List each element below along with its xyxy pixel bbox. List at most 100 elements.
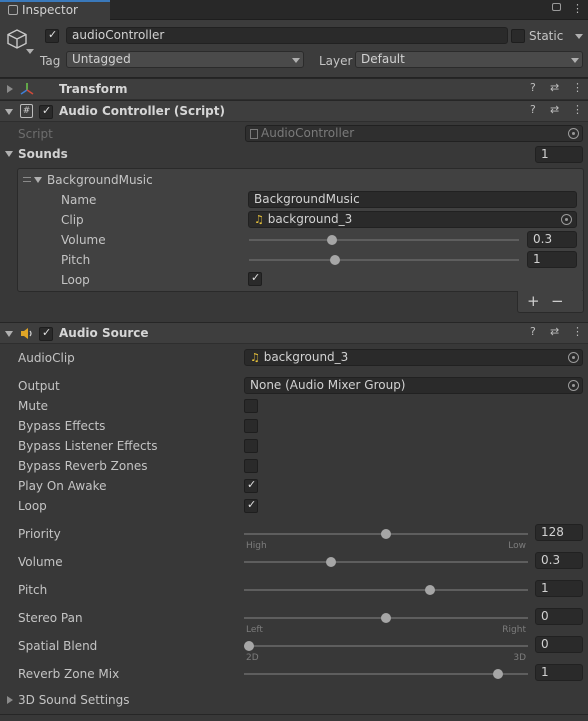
audio-source-foldout-arrow[interactable]: [5, 331, 13, 337]
slider-track[interactable]: [244, 645, 528, 647]
help-icon[interactable]: ?: [530, 81, 536, 94]
slider-value-input[interactable]: 0: [535, 636, 583, 653]
toggle-checkbox[interactable]: [244, 459, 258, 473]
tag-chevron-down-icon: [292, 58, 300, 63]
slider-thumb[interactable]: [424, 585, 435, 595]
context-menu-icon[interactable]: ⋮: [572, 103, 583, 116]
slider-track[interactable]: [244, 561, 528, 563]
element-clip-field[interactable]: ♫ background_3: [248, 211, 577, 228]
audioclip-object-picker-icon[interactable]: [568, 352, 579, 363]
slider-label: Spatial Blend: [18, 639, 98, 653]
preset-icon[interactable]: ⇄: [550, 325, 559, 338]
script-object-picker-icon: [568, 128, 579, 139]
transform-title: Transform: [59, 82, 128, 96]
cube-icon: [7, 29, 27, 49]
preset-icon[interactable]: ⇄: [550, 81, 559, 94]
audio-controller-header[interactable]: # Audio Controller (Script) ? ⇄ ⋮: [0, 100, 588, 122]
toggle-label: Bypass Reverb Zones: [18, 459, 148, 473]
slider-thumb[interactable]: [493, 669, 504, 679]
slider-value-input[interactable]: 1: [535, 580, 583, 597]
toggle-checkbox[interactable]: [244, 498, 258, 513]
layer-chevron-down-icon: [571, 58, 579, 63]
transform-foldout-arrow[interactable]: [7, 85, 13, 93]
slider-max-caption: Low: [508, 541, 526, 551]
sounds-size-input[interactable]: 1: [535, 146, 583, 163]
sounds-label: Sounds: [18, 147, 68, 161]
slider-value-input[interactable]: 128: [535, 524, 583, 541]
tab-bar: Inspector ⋮: [0, 0, 588, 20]
toggle-checkbox[interactable]: [244, 399, 258, 413]
sound-settings-label[interactable]: 3D Sound Settings: [18, 692, 130, 708]
icon-dropdown-arrow[interactable]: [26, 49, 34, 54]
slider-value-input[interactable]: 1: [535, 664, 583, 681]
element-pitch-input[interactable]: 1: [527, 251, 577, 268]
slider-value-input[interactable]: 0: [535, 608, 583, 625]
static-dropdown-arrow[interactable]: [575, 34, 583, 39]
element-name-label: Name: [61, 193, 97, 207]
script-file-icon: [250, 129, 258, 139]
tag-label: Tag: [40, 54, 61, 68]
element-volume-slider-track[interactable]: [249, 239, 519, 241]
script-label: Script: [18, 127, 53, 141]
output-object-picker-icon[interactable]: [568, 380, 579, 391]
output-field[interactable]: None (Audio Mixer Group): [244, 377, 583, 394]
lock-icon[interactable]: [552, 3, 561, 11]
sounds-foldout-arrow[interactable]: [5, 151, 13, 157]
audio-source-enabled-checkbox[interactable]: [39, 326, 53, 341]
slider-track[interactable]: [244, 589, 528, 591]
context-menu-icon[interactable]: ⋮: [572, 81, 583, 94]
clip-object-picker-icon[interactable]: [561, 214, 572, 225]
slider-thumb[interactable]: [381, 613, 391, 623]
audio-controller-enabled-checkbox[interactable]: [39, 104, 53, 119]
audio-controller-foldout-arrow[interactable]: [5, 109, 13, 115]
script-field: AudioController: [245, 125, 583, 142]
audio-source-title: Audio Source: [59, 326, 149, 340]
add-element-button[interactable]: +: [527, 293, 540, 309]
static-checkbox[interactable]: [511, 29, 525, 43]
element-volume-input[interactable]: 0.3: [527, 231, 577, 248]
element-pitch-slider-track[interactable]: [249, 259, 519, 261]
help-icon[interactable]: ?: [530, 103, 536, 116]
remove-element-button[interactable]: −: [551, 293, 564, 309]
slider-max-caption: 3D: [513, 653, 526, 663]
element-volume-label: Volume: [61, 233, 106, 247]
toggle-label: Bypass Listener Effects: [18, 439, 158, 453]
toggle-checkbox[interactable]: [244, 419, 258, 433]
static-label: Static: [529, 29, 564, 43]
element-pitch-label: Pitch: [61, 253, 91, 267]
output-label: Output: [18, 379, 60, 393]
drag-handle-icon[interactable]: [23, 177, 31, 182]
toggle-label: Play On Awake: [18, 479, 107, 493]
help-icon[interactable]: ?: [530, 325, 536, 338]
audioclip-label: AudioClip: [18, 351, 75, 365]
element-loop-checkbox[interactable]: [248, 271, 262, 286]
bottom-divider: [0, 714, 588, 715]
toggle-checkbox[interactable]: [244, 478, 258, 493]
preset-icon[interactable]: ⇄: [550, 103, 559, 116]
slider-thumb[interactable]: [381, 529, 391, 539]
active-checkbox[interactable]: [45, 28, 59, 43]
sound-settings-foldout-arrow[interactable]: [7, 696, 13, 704]
transform-axes-icon: [20, 83, 34, 95]
slider-label: Volume: [18, 555, 63, 569]
element-title: BackgroundMusic: [47, 173, 153, 187]
tab-inspector[interactable]: Inspector: [0, 0, 110, 20]
slider-thumb[interactable]: [326, 557, 337, 567]
transform-header[interactable]: Transform ? ⇄ ⋮: [0, 78, 588, 100]
tag-dropdown[interactable]: Untagged: [66, 51, 304, 68]
slider-label: Priority: [18, 527, 61, 541]
audio-source-header[interactable]: Audio Source ? ⇄ ⋮: [0, 322, 588, 344]
slider-label: Pitch: [18, 583, 48, 597]
toggle-checkbox[interactable]: [244, 439, 258, 453]
object-name-input[interactable]: audioController: [66, 27, 508, 44]
audioclip-field[interactable]: ♫ background_3: [244, 349, 583, 366]
element-foldout-arrow[interactable]: [34, 177, 42, 183]
context-menu-icon[interactable]: ⋮: [572, 325, 583, 338]
slider-track[interactable]: [244, 673, 528, 675]
slider-value-input[interactable]: 0.3: [535, 552, 583, 569]
tab-menu-icon[interactable]: ⋮: [572, 2, 583, 15]
layer-dropdown[interactable]: Default: [355, 51, 583, 68]
element-name-input[interactable]: BackgroundMusic: [248, 191, 577, 208]
element-pitch-slider-thumb[interactable]: [329, 255, 340, 265]
element-volume-slider-thumb[interactable]: [327, 235, 337, 245]
